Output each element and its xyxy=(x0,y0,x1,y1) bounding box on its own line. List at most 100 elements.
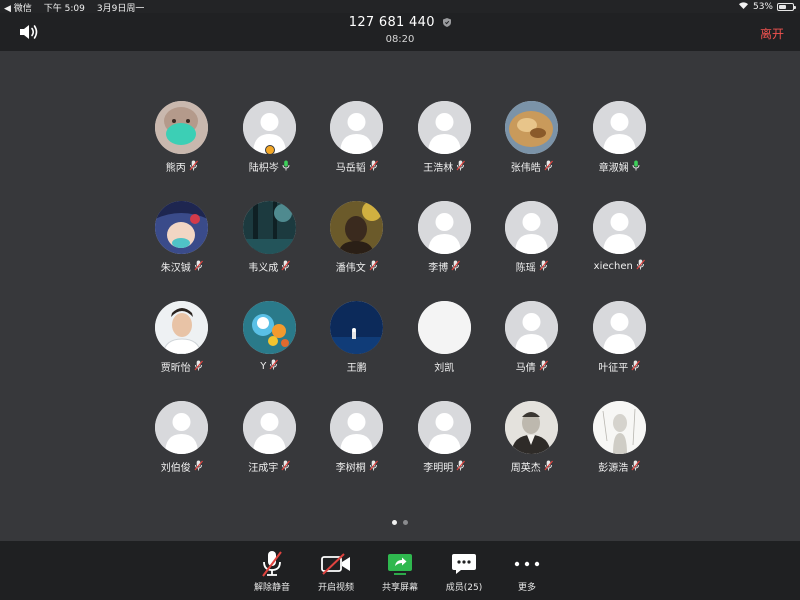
unmute-label: 解除静音 xyxy=(253,583,290,593)
mic-muted-icon xyxy=(631,360,641,374)
mic-on-icon xyxy=(632,160,640,174)
participant-name-row: 王浩林 xyxy=(423,159,466,174)
participant-name-row: 陈瑶 xyxy=(516,259,548,274)
participant-avatar xyxy=(505,401,559,454)
participant-tile[interactable]: 李树桐 xyxy=(313,401,401,501)
participant-avatar xyxy=(417,201,471,254)
participant-name: 章淑娴 xyxy=(598,163,629,174)
participant-name: 朱汉铖 xyxy=(160,263,191,274)
participant-tile[interactable]: 王浩林 xyxy=(401,101,489,201)
participant-name: 马倩 xyxy=(515,363,536,374)
participant-tile[interactable]: 李博 xyxy=(401,201,489,301)
participant-avatar xyxy=(155,301,209,354)
participant-tile[interactable]: 马倩 xyxy=(488,301,576,401)
participant-tile[interactable]: 章淑娴 xyxy=(576,101,664,201)
participant-tile[interactable]: 贾昕怡 xyxy=(138,301,226,401)
participant-avatar xyxy=(417,301,471,354)
mic-muted-icon xyxy=(281,460,291,474)
participant-avatar xyxy=(330,301,384,354)
page-dot[interactable] xyxy=(392,520,397,525)
participant-name: 王鹏 xyxy=(346,363,367,374)
participant-tile[interactable]: 陆枳岑 xyxy=(226,101,314,201)
mic-muted-icon xyxy=(261,549,283,579)
participant-tile[interactable]: 李明明 xyxy=(401,401,489,501)
leave-button[interactable]: 离开 xyxy=(760,25,784,42)
participant-tile[interactable]: 叶征平 xyxy=(576,301,664,401)
participant-name-row: 王鹏 xyxy=(347,359,367,374)
participant-name: 彭源浩 xyxy=(598,463,629,474)
unmute-button[interactable]: 解除静音 xyxy=(242,549,302,593)
participant-name: 刘伯俊 xyxy=(160,463,191,474)
participant-name-row: 朱汉铖 xyxy=(161,259,203,274)
mic-muted-icon xyxy=(456,160,466,174)
participant-name-row: 张伟皓 xyxy=(511,159,553,174)
meeting-id[interactable]: 127 681 440 xyxy=(0,15,800,31)
participant-avatar-wrap xyxy=(242,101,296,155)
participant-avatar-wrap xyxy=(505,301,559,354)
participant-avatar-wrap xyxy=(242,201,296,254)
participant-name: 陆枳岑 xyxy=(248,163,279,174)
participant-name: 陈瑶 xyxy=(515,263,536,274)
participant-tile[interactable]: xiechen xyxy=(576,201,664,301)
mic-muted-icon xyxy=(281,260,291,274)
members-button[interactable]: 成员(25) xyxy=(434,549,494,593)
mic-muted-icon xyxy=(456,460,466,474)
page-indicator[interactable] xyxy=(0,520,800,525)
participant-avatar-wrap xyxy=(417,201,471,254)
participant-tile[interactable]: 韦义成 xyxy=(226,201,314,301)
participant-avatar-wrap xyxy=(242,301,296,354)
start-video-button[interactable]: 开启视频 xyxy=(306,549,366,593)
participant-avatar-wrap xyxy=(505,201,559,254)
start-video-label: 开启视频 xyxy=(317,583,354,593)
participant-name: 李明明 xyxy=(423,463,454,474)
participant-tile[interactable]: 张伟皓 xyxy=(488,101,576,201)
share-screen-button[interactable]: 共享屏幕 xyxy=(370,549,430,593)
participant-avatar-wrap xyxy=(592,101,646,154)
participant-gallery: 熊丙 陆枳岑 马岳韬 王浩林 张伟皓 章淑娴朱汉铖 韦义成 潘伟文 李博 陈瑶 xiechen 贾昕怡… xyxy=(0,51,800,541)
members-label: 成员(25) xyxy=(445,583,483,593)
participant-name-row: Y xyxy=(260,359,279,373)
participant-avatar xyxy=(505,201,559,254)
participant-name-row: 潘伟文 xyxy=(336,259,378,274)
meeting-header: 127 681 440 08:20 离开 xyxy=(0,13,800,51)
participant-tile[interactable]: 汪成宇 xyxy=(226,401,314,501)
participant-avatar xyxy=(242,201,296,254)
participant-tile[interactable]: 马岳韬 xyxy=(313,101,401,201)
participant-tile[interactable]: 周英杰 xyxy=(488,401,576,501)
participant-avatar-wrap xyxy=(592,401,646,454)
participant-name-row: 熊丙 xyxy=(166,159,198,174)
participant-tile[interactable]: 王鹏 xyxy=(313,301,401,401)
participant-avatar-wrap xyxy=(505,101,559,154)
participant-tile[interactable]: 潘伟文 xyxy=(313,201,401,301)
participant-tile[interactable]: 熊丙 xyxy=(138,101,226,201)
mic-muted-icon xyxy=(539,260,548,274)
mic-muted-icon xyxy=(194,360,203,374)
participant-avatar xyxy=(592,301,646,354)
participant-tile[interactable]: 刘凯 xyxy=(401,301,489,401)
participant-name-row: 李明明 xyxy=(423,459,466,474)
participant-tile[interactable]: 刘伯俊 xyxy=(138,401,226,501)
mic-muted-icon xyxy=(636,259,645,273)
participant-avatar-wrap xyxy=(417,101,471,154)
participant-tile[interactable]: 陈瑶 xyxy=(488,201,576,301)
meeting-id-text: 127 681 440 xyxy=(348,15,435,30)
participant-name: 周英杰 xyxy=(510,463,541,474)
participant-avatar xyxy=(417,401,471,454)
participant-tile[interactable]: Y xyxy=(226,301,314,401)
mic-muted-icon xyxy=(189,160,198,174)
participant-avatar-wrap xyxy=(242,401,296,454)
participant-tile[interactable]: 彭源浩 xyxy=(576,401,664,501)
participant-tile[interactable]: 朱汉铖 xyxy=(138,201,226,301)
speaking-indicator-icon xyxy=(264,145,275,155)
share-screen-icon xyxy=(387,549,413,579)
participant-name-row: 周英杰 xyxy=(511,459,553,474)
participant-avatar-wrap xyxy=(505,401,559,454)
mic-muted-icon xyxy=(369,260,378,274)
participant-name-row: 韦义成 xyxy=(248,259,291,274)
participant-avatar xyxy=(592,201,646,254)
participant-name: 刘凯 xyxy=(434,363,455,374)
participant-name-row: 李博 xyxy=(428,259,461,274)
page-dot[interactable] xyxy=(403,520,408,525)
participant-avatar xyxy=(155,101,209,154)
more-button[interactable]: 更多 xyxy=(497,549,557,593)
